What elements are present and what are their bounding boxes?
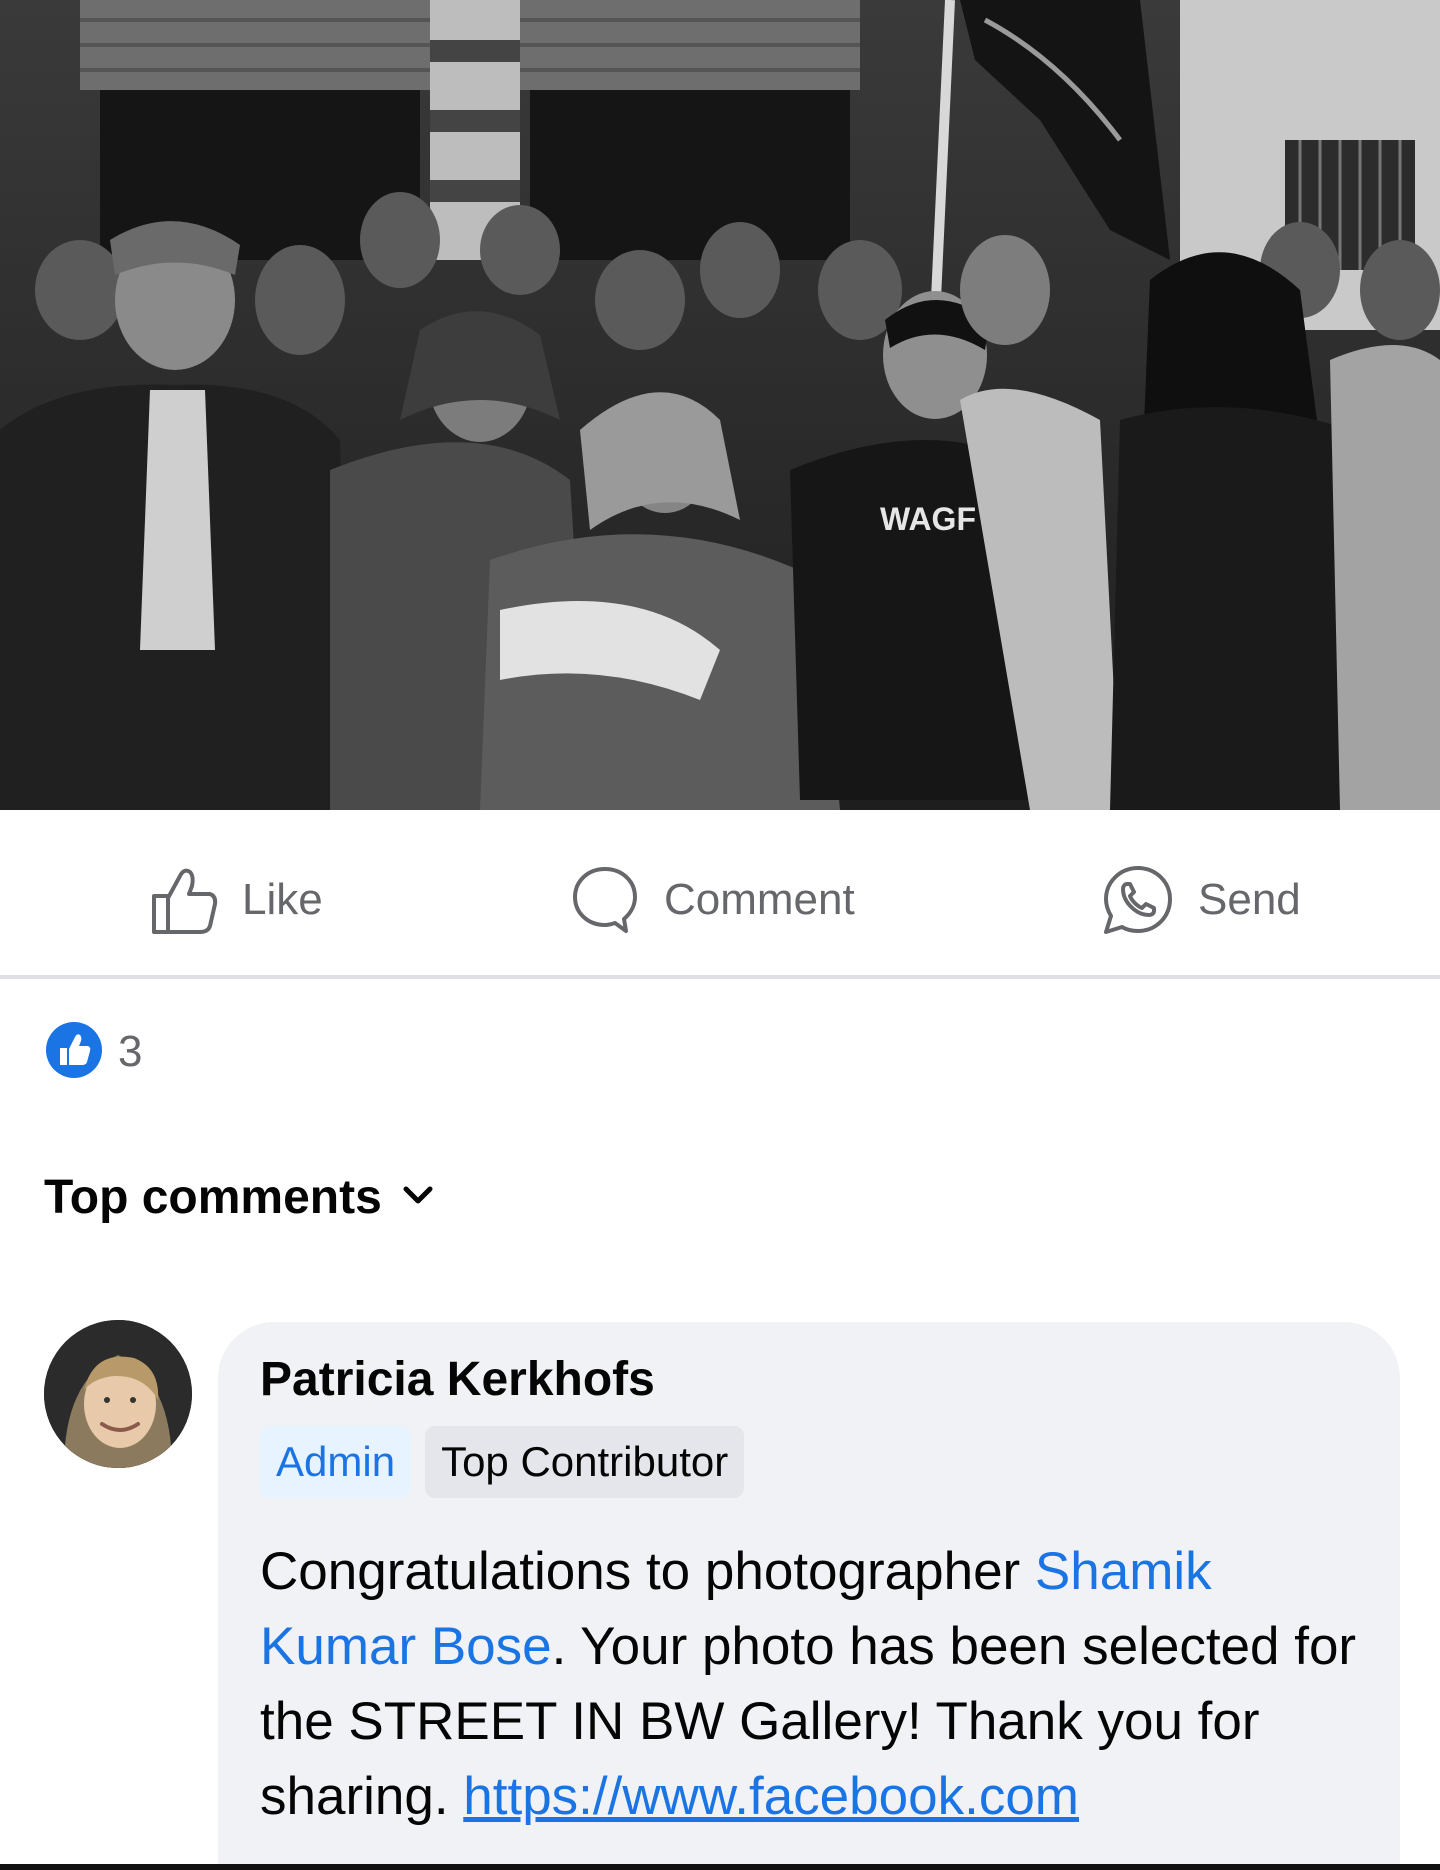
thumbs-up-icon xyxy=(148,864,220,936)
like-button[interactable]: Like xyxy=(148,860,323,940)
like-reaction-icon xyxy=(44,1020,104,1085)
reaction-count: 3 xyxy=(118,1027,143,1076)
reactions-summary[interactable]: 3 xyxy=(44,1020,143,1085)
comment-text-intro: Congratulations to photographer xyxy=(260,1542,1035,1601)
avatar-photo xyxy=(44,1320,192,1468)
top-contributor-badge: Top Contributor xyxy=(425,1426,745,1498)
author-badges: Admin Top Contributor xyxy=(260,1426,745,1498)
section-divider xyxy=(0,975,1440,979)
svg-text:WAGF: WAGF xyxy=(880,501,976,537)
street-crowd-photo: WAGF xyxy=(0,0,1440,810)
post-action-bar: Like Comment Send xyxy=(0,810,1440,975)
comment-bubble: Patricia Kerkhofs Admin Top Contributor … xyxy=(218,1322,1400,1870)
comment-author-name[interactable]: Patricia Kerkhofs xyxy=(260,1352,655,1407)
admin-badge: Admin xyxy=(260,1426,412,1498)
comment-button[interactable]: Comment xyxy=(568,860,855,940)
comment-text: Congratulations to photographer Shamik K… xyxy=(260,1534,1370,1834)
whatsapp-icon xyxy=(1100,862,1176,938)
comment-label: Comment xyxy=(664,875,855,924)
sort-label: Top comments xyxy=(44,1170,382,1224)
send-label: Send xyxy=(1198,875,1301,924)
comment-url-link[interactable]: https://www.facebook.com xyxy=(463,1767,1079,1826)
post-photo[interactable]: WAGF xyxy=(0,0,1440,810)
chevron-down-icon xyxy=(400,1177,436,1218)
facebook-post-page: WAGF Like Comment Send 3 Top comments Pa… xyxy=(0,0,1440,1870)
commenter-avatar[interactable] xyxy=(44,1320,192,1468)
speech-bubble-icon xyxy=(568,863,642,937)
like-label: Like xyxy=(242,875,323,924)
comment-sort-selector[interactable]: Top comments xyxy=(44,1162,436,1232)
send-button[interactable]: Send xyxy=(1100,860,1301,940)
bottom-edge-bar xyxy=(0,1864,1440,1870)
